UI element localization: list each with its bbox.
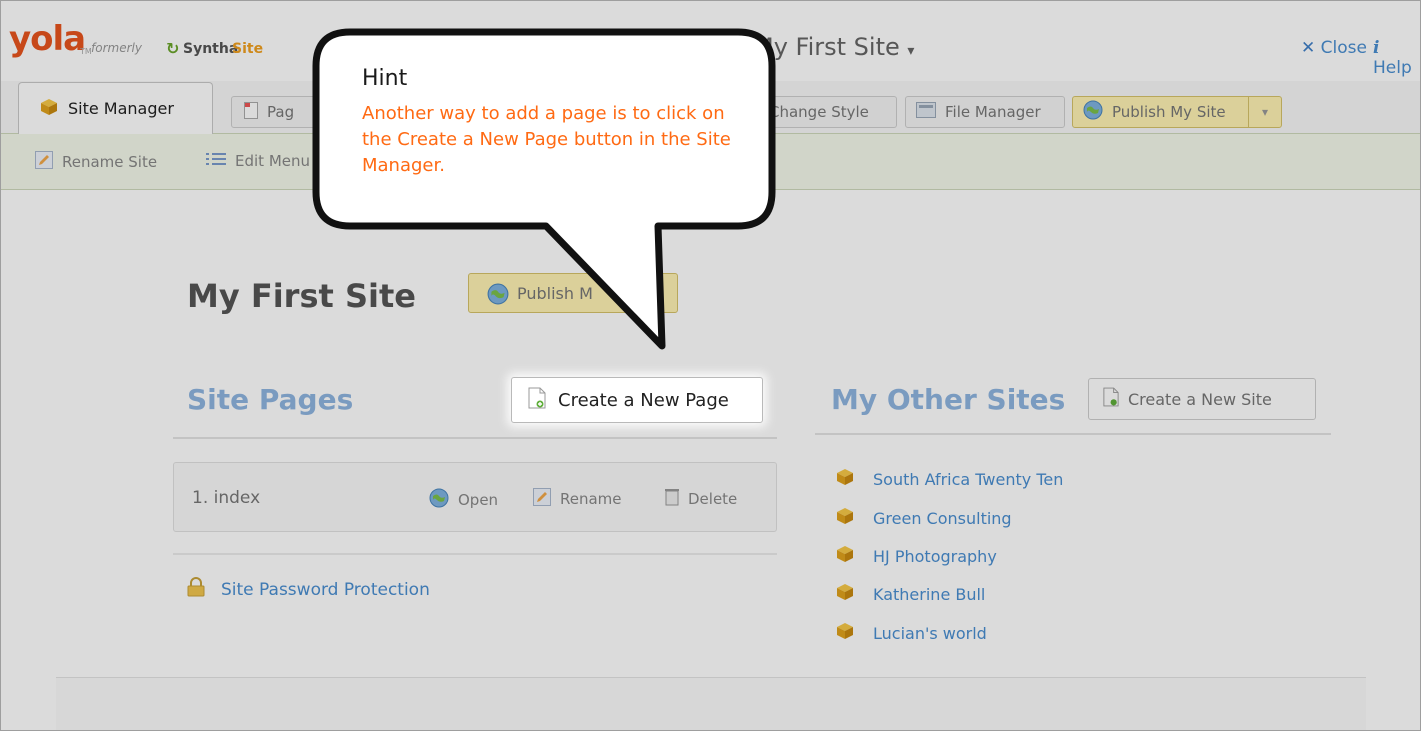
divider [815, 433, 1331, 435]
cube-icon [835, 467, 855, 491]
footer-strip [56, 677, 1366, 730]
tab-pages[interactable]: Pag [231, 96, 331, 128]
new-page-icon [1103, 387, 1119, 411]
hint-body: Another way to add a page is to click on… [362, 103, 731, 176]
tab-site-manager[interactable]: Site Manager [18, 82, 213, 134]
synthasite-logo-a: Syntha [183, 41, 239, 57]
synthasite-logo-b: Site [232, 41, 264, 57]
open-label: Open [458, 491, 499, 509]
formerly-label: formerly [91, 41, 142, 55]
cube-icon [39, 97, 59, 121]
cube-icon [835, 506, 855, 530]
my-other-sites-heading: My Other Sites [831, 383, 1066, 416]
site-title-dropdown[interactable]: My First Site ▾ [753, 33, 914, 61]
rename-label: Rename [560, 490, 622, 508]
rename-site-button[interactable]: Rename Site [35, 151, 157, 173]
lock-icon [187, 577, 205, 602]
tab-pages-label: Pag [267, 103, 295, 121]
pencil-icon [533, 488, 551, 510]
open-page-button[interactable]: Open [429, 488, 498, 512]
page-icon [244, 101, 258, 123]
delete-page-button[interactable]: Delete [665, 488, 737, 510]
new-page-icon [528, 387, 546, 414]
list-item[interactable]: Katherine Bull [835, 582, 985, 606]
site-link-label: South Africa Twenty Ten [873, 469, 1064, 489]
globe-icon [429, 488, 449, 512]
globe-icon [487, 283, 509, 309]
tab-file-manager[interactable]: File Manager [905, 96, 1065, 128]
folder-icon [916, 102, 936, 122]
delete-label: Delete [688, 490, 738, 508]
globe-icon [1083, 100, 1103, 124]
close-label: Close [1320, 38, 1367, 58]
tab-file-manager-label: File Manager [945, 103, 1041, 121]
edit-menu-label: Edit Menu [235, 152, 310, 170]
create-new-page-label: Create a New Page [558, 389, 729, 411]
x-icon: ✕ [1301, 38, 1316, 58]
synthasite-icon: ↻ [166, 39, 180, 58]
create-new-page-button[interactable]: Create a New Page [511, 377, 763, 423]
site-link-label: Lucian's world [873, 623, 987, 643]
page-title: My First Site [187, 277, 416, 315]
help-label: Help [1373, 58, 1412, 78]
divider [173, 553, 777, 555]
divider [173, 437, 777, 439]
list-item[interactable]: HJ Photography [835, 544, 997, 568]
rename-page-button[interactable]: Rename [533, 488, 622, 510]
header: yola TM formerly ↻ Syntha Site My First … [1, 1, 1420, 97]
publish-dropdown[interactable]: ▾ [1248, 97, 1281, 127]
create-new-site-label: Create a New Site [1128, 389, 1272, 409]
hint-title: Hint [362, 66, 408, 91]
rename-site-label: Rename Site [62, 153, 158, 171]
list-item[interactable]: South Africa Twenty Ten [835, 467, 1063, 491]
edit-menu-button[interactable]: Edit Menu [206, 151, 310, 171]
site-password-protection-link[interactable]: Site Password Protection [187, 577, 430, 602]
tab-change-style-label: Change Style [769, 103, 869, 121]
site-password-protection-label: Site Password Protection [221, 579, 430, 600]
page-row-label[interactable]: 1. index [192, 488, 260, 508]
pencil-icon [35, 151, 53, 173]
yola-logo[interactable]: yola [9, 19, 86, 59]
site-pages-heading: Site Pages [187, 383, 354, 416]
trash-icon [665, 488, 679, 510]
publish-site-button[interactable]: Publish M [468, 273, 678, 313]
cube-icon [835, 544, 855, 568]
site-link-label: HJ Photography [873, 546, 997, 566]
site-title-text: My First Site [753, 33, 900, 61]
cube-icon [835, 582, 855, 606]
tab-site-manager-label: Site Manager [68, 99, 174, 118]
tab-change-style[interactable]: Change Style [749, 96, 897, 128]
create-new-site-button[interactable]: Create a New Site [1088, 378, 1316, 420]
cube-icon [835, 621, 855, 645]
chevron-down-icon: ▾ [907, 43, 915, 59]
publish-my-site-label: Publish My Site [1112, 103, 1226, 121]
publish-site-label: Publish M [517, 283, 593, 303]
site-link-label: Katherine Bull [873, 584, 986, 604]
site-link-label: Green Consulting [873, 508, 1012, 528]
close-link[interactable]: ✕ Close [1301, 38, 1367, 58]
publish-my-site-button[interactable]: Publish My Site ▾ [1072, 96, 1282, 128]
chevron-down-icon: ▾ [1261, 105, 1269, 119]
list-item[interactable]: Lucian's world [835, 621, 987, 645]
list-item[interactable]: Green Consulting [835, 506, 1012, 530]
info-icon: i [1373, 38, 1380, 58]
list-icon [206, 151, 226, 171]
